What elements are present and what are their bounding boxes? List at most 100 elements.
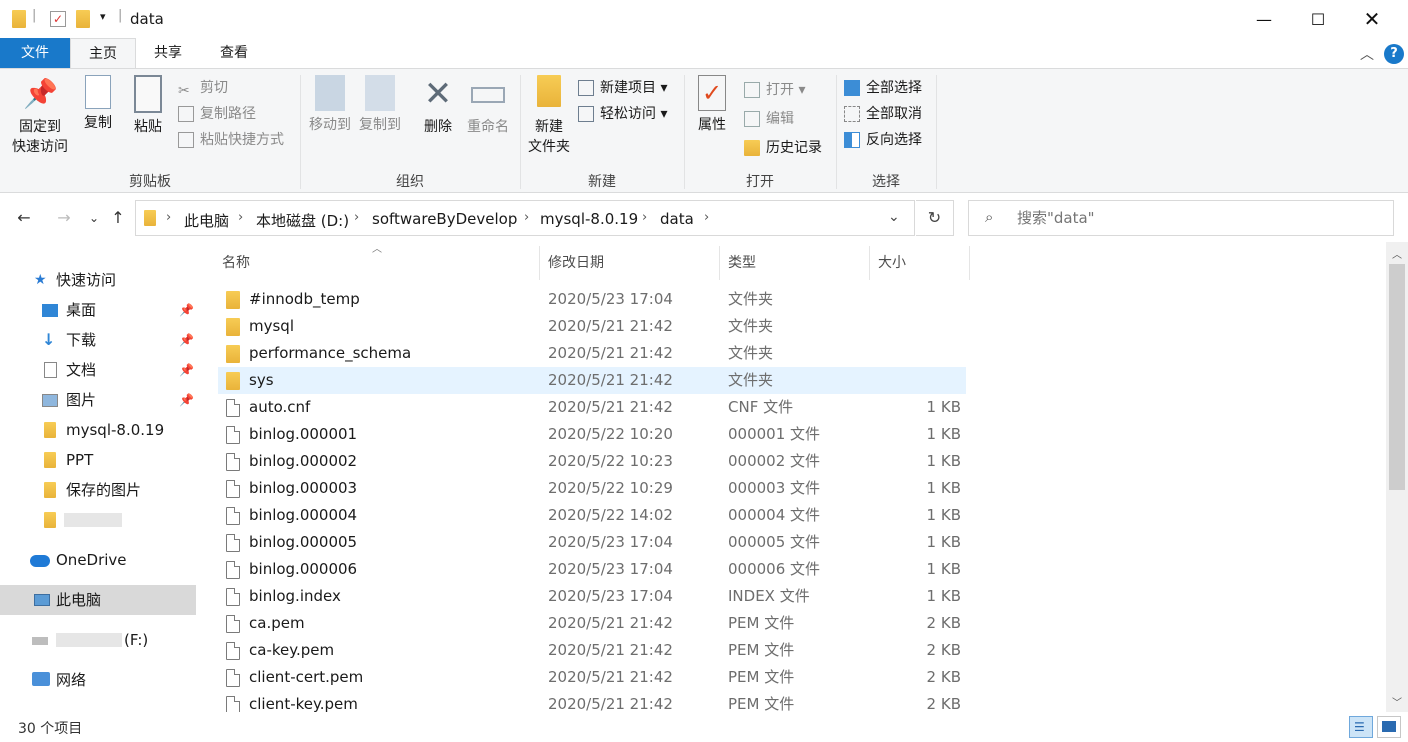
- pin-icon[interactable]: 📌: [179, 355, 194, 385]
- details-view-button[interactable]: ☰: [1349, 716, 1373, 738]
- maximize-button[interactable]: ☐: [1291, 0, 1345, 38]
- chevron-down-icon[interactable]: ▾: [100, 10, 114, 28]
- move-to-button[interactable]: 移动到: [306, 75, 354, 135]
- history-button[interactable]: 历史记录: [744, 137, 822, 159]
- file-date: 2020/5/21 21:42: [548, 614, 673, 632]
- breadcrumb-separator[interactable]: ›: [704, 210, 709, 225]
- new-folder-button[interactable]: 新建 文件夹: [524, 75, 574, 157]
- select-all-button[interactable]: 全部选择: [844, 77, 922, 99]
- chevron-down-icon[interactable]: ⌄: [888, 209, 900, 225]
- nav-drive-f[interactable]: (F:): [0, 625, 196, 655]
- breadcrumb-separator[interactable]: ›: [642, 210, 647, 225]
- table-row[interactable]: binlog.000006 2020/5/23 17:04 000006 文件 1 K…: [218, 556, 966, 583]
- table-row[interactable]: binlog.index 2020/5/23 17:04 INDEX 文件 1 KB: [218, 583, 966, 610]
- table-row[interactable]: performance_schema 2020/5/21 21:42 文件夹: [218, 340, 966, 367]
- vertical-scrollbar[interactable]: ︿ ﹀: [1386, 242, 1408, 712]
- cut-button[interactable]: ✂ 剪切: [178, 77, 228, 99]
- breadcrumb-separator[interactable]: ›: [524, 210, 529, 225]
- file-size: 1 KB: [926, 560, 961, 578]
- breadcrumb-separator[interactable]: ›: [354, 210, 359, 225]
- nav-item-saved-pictures[interactable]: 保存的图片: [0, 475, 196, 505]
- collapse-ribbon-icon[interactable]: ︿: [1360, 44, 1374, 64]
- search-box[interactable]: ⌕: [968, 200, 1394, 236]
- table-row[interactable]: mysql 2020/5/21 21:42 文件夹: [218, 313, 966, 340]
- column-header-date[interactable]: 修改日期: [540, 246, 720, 280]
- up-button[interactable]: ↑: [106, 206, 130, 230]
- open-button[interactable]: 打开 ▾: [744, 79, 805, 101]
- nav-item-pictures[interactable]: 图片 📌: [0, 385, 196, 415]
- pin-icon[interactable]: 📌: [179, 325, 194, 355]
- table-row[interactable]: binlog.000001 2020/5/22 10:20 000001 文件 1 K…: [218, 421, 966, 448]
- tab-share[interactable]: 共享: [138, 38, 198, 68]
- breadcrumb-softwarebydevelop[interactable]: softwareByDevelop: [372, 210, 517, 228]
- nav-item-documents[interactable]: 文档 📌: [0, 355, 196, 385]
- table-row[interactable]: binlog.000002 2020/5/22 10:23 000002 文件 1 K…: [218, 448, 966, 475]
- help-icon[interactable]: ?: [1384, 44, 1404, 64]
- breadcrumb-separator[interactable]: ›: [238, 210, 243, 225]
- easy-access-button[interactable]: 轻松访问 ▾: [578, 103, 667, 125]
- copy-button[interactable]: 复制: [78, 75, 118, 133]
- table-row[interactable]: binlog.000003 2020/5/22 10:29 000003 文件 1 K…: [218, 475, 966, 502]
- scroll-down-icon[interactable]: ﹀: [1392, 694, 1402, 709]
- large-icons-view-button[interactable]: [1377, 716, 1401, 738]
- nav-item-mysql[interactable]: mysql-8.0.19: [0, 415, 196, 445]
- paste-shortcut-button[interactable]: 粘贴快捷方式: [178, 129, 284, 151]
- tab-file[interactable]: 文件: [0, 38, 70, 68]
- column-header-type[interactable]: 类型: [720, 246, 870, 280]
- nav-item-redacted[interactable]: [0, 505, 196, 535]
- properties-button[interactable]: ✓ 属性: [692, 75, 732, 135]
- scrollbar-thumb[interactable]: [1389, 264, 1405, 490]
- new-item-button[interactable]: 新建项目 ▾: [578, 77, 667, 99]
- rename-button[interactable]: 重命名: [464, 75, 512, 137]
- recent-locations-button[interactable]: ⌄: [82, 206, 106, 230]
- table-row[interactable]: binlog.000005 2020/5/23 17:04 000005 文件 1 K…: [218, 529, 966, 556]
- properties-icon[interactable]: ✓: [50, 11, 66, 27]
- nav-onedrive[interactable]: OneDrive: [0, 545, 196, 575]
- close-button[interactable]: ✕: [1345, 0, 1399, 38]
- breadcrumb-this-pc[interactable]: 此电脑: [184, 210, 229, 231]
- new-folder-icon[interactable]: [76, 10, 90, 28]
- table-row[interactable]: client-cert.pem 2020/5/21 21:42 PEM 文件 2 KB: [218, 664, 966, 691]
- breadcrumb-separator[interactable]: ›: [166, 210, 171, 225]
- invert-selection-button[interactable]: 反向选择: [844, 129, 922, 151]
- paste-button[interactable]: 粘贴: [128, 75, 168, 137]
- breadcrumb-data[interactable]: data: [660, 210, 694, 228]
- file-name: ca-key.pem: [249, 641, 335, 659]
- minimize-button[interactable]: —: [1237, 0, 1291, 38]
- column-header-name[interactable]: 名称: [200, 246, 540, 280]
- search-input[interactable]: [1017, 209, 1377, 227]
- table-row[interactable]: auto.cnf 2020/5/21 21:42 CNF 文件 1 KB: [218, 394, 966, 421]
- nav-quick-access[interactable]: ★ 快速访问: [0, 265, 196, 295]
- breadcrumb-mysql[interactable]: mysql-8.0.19: [540, 210, 638, 228]
- back-button[interactable]: ←: [12, 206, 36, 230]
- copy-path-button[interactable]: 复制路径: [178, 103, 256, 125]
- table-row[interactable]: ca.pem 2020/5/21 21:42 PEM 文件 2 KB: [218, 610, 966, 637]
- nav-item-desktop[interactable]: 桌面 📌: [0, 295, 196, 325]
- delete-button[interactable]: ✕ 删除: [418, 75, 458, 137]
- select-none-button[interactable]: 全部取消: [844, 103, 922, 125]
- nav-item-downloads[interactable]: ↓ 下载 📌: [0, 325, 196, 355]
- nav-this-pc[interactable]: 此电脑: [0, 585, 196, 615]
- table-row[interactable]: binlog.000004 2020/5/22 14:02 000004 文件 1 K…: [218, 502, 966, 529]
- scroll-up-icon[interactable]: ︿: [1392, 246, 1402, 261]
- table-row[interactable]: ca-key.pem 2020/5/21 21:42 PEM 文件 2 KB: [218, 637, 966, 664]
- breadcrumb-drive-d[interactable]: 本地磁盘 (D:): [256, 210, 349, 231]
- nav-network[interactable]: 网络: [0, 665, 196, 695]
- pin-icon[interactable]: 📌: [179, 385, 194, 415]
- pin-quick-access-button[interactable]: 📌 固定到 快速访问: [6, 75, 74, 157]
- file-type: PEM 文件: [728, 641, 795, 659]
- forward-button[interactable]: →: [52, 206, 76, 230]
- address-bar[interactable]: › 此电脑 › 本地磁盘 (D:) › softwareByDevelop › …: [135, 200, 915, 236]
- table-row[interactable]: #innodb_temp 2020/5/23 17:04 文件夹: [218, 286, 966, 313]
- file-date: 2020/5/21 21:42: [548, 668, 673, 686]
- refresh-button[interactable]: ↻: [916, 200, 954, 236]
- copy-to-button[interactable]: 复制到: [356, 75, 404, 135]
- tab-home[interactable]: 主页: [70, 38, 136, 68]
- nav-item-ppt[interactable]: PPT: [0, 445, 196, 475]
- separator: |: [32, 8, 37, 23]
- pin-icon[interactable]: 📌: [179, 295, 194, 325]
- column-header-size[interactable]: 大小: [870, 246, 970, 280]
- tab-view[interactable]: 查看: [204, 38, 264, 68]
- table-row[interactable]: sys 2020/5/21 21:42 文件夹: [218, 367, 966, 394]
- edit-button[interactable]: 编辑: [744, 108, 794, 130]
